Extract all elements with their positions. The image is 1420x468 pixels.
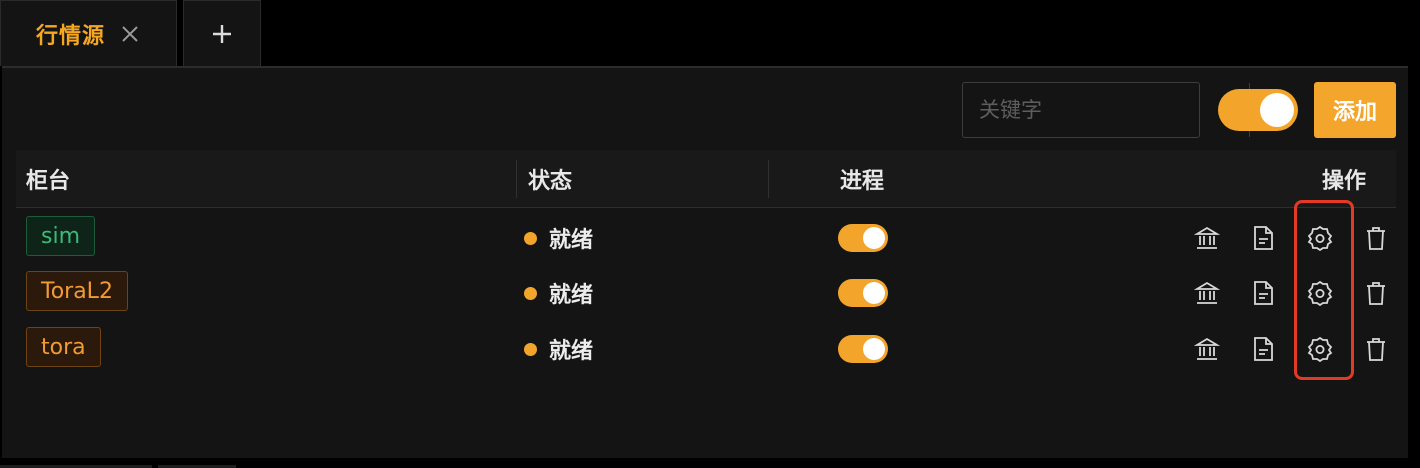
status-dot-icon bbox=[524, 342, 537, 356]
table-row: tora 就绪 bbox=[16, 323, 1396, 379]
bottom-strip bbox=[0, 460, 1420, 468]
toggle-knob bbox=[863, 227, 885, 249]
table-header: 柜台 状态 进程 操作 bbox=[16, 150, 1396, 208]
trash-icon[interactable] bbox=[1360, 277, 1392, 309]
column-header-counter: 柜台 bbox=[26, 169, 71, 194]
plus-icon bbox=[211, 23, 233, 45]
process-toggle[interactable] bbox=[838, 335, 888, 363]
settings-icon[interactable] bbox=[1304, 277, 1336, 309]
toggle-knob bbox=[1260, 93, 1294, 127]
status-cell: 就绪 bbox=[524, 323, 593, 375]
close-icon[interactable] bbox=[119, 23, 141, 45]
status-dot-icon bbox=[524, 231, 537, 245]
settings-icon[interactable] bbox=[1304, 333, 1336, 365]
search-input[interactable] bbox=[963, 83, 1249, 137]
bank-icon[interactable] bbox=[1191, 333, 1223, 365]
counter-tag: tora bbox=[26, 327, 101, 367]
trash-icon[interactable] bbox=[1360, 222, 1392, 254]
bank-icon[interactable] bbox=[1191, 222, 1223, 254]
process-toggle[interactable] bbox=[838, 279, 888, 307]
trash-icon[interactable] bbox=[1360, 333, 1392, 365]
status-dot-icon bbox=[524, 286, 537, 300]
column-header-actions: 操作 bbox=[1322, 169, 1367, 194]
column-header-process: 进程 bbox=[840, 169, 885, 194]
add-tab-button[interactable] bbox=[183, 0, 261, 66]
bank-icon[interactable] bbox=[1191, 277, 1223, 309]
counter-tag: ToraL2 bbox=[26, 271, 128, 311]
toggle-knob bbox=[863, 338, 885, 360]
file-icon[interactable] bbox=[1247, 277, 1279, 309]
tab-label: 行情源 bbox=[35, 23, 105, 49]
table-row: ToraL2 就绪 bbox=[16, 267, 1396, 323]
search-box bbox=[962, 82, 1275, 138]
status-text: 就绪 bbox=[549, 228, 594, 253]
counter-tag: sim bbox=[26, 216, 96, 256]
status-cell: 就绪 bbox=[524, 212, 593, 264]
market-source-panel: 添加 柜台 状态 进程 操作 sim 就绪 ToraL2 bbox=[2, 66, 1408, 458]
toggle-knob bbox=[863, 282, 885, 304]
tab-market-source[interactable]: 行情源 bbox=[0, 0, 177, 66]
status-cell: 就绪 bbox=[524, 267, 593, 319]
file-icon[interactable] bbox=[1247, 222, 1279, 254]
column-divider bbox=[516, 160, 517, 198]
column-divider bbox=[768, 160, 769, 198]
tab-bar: 行情源 bbox=[0, 0, 1420, 66]
column-header-status: 状态 bbox=[528, 169, 573, 194]
process-toggle[interactable] bbox=[838, 224, 888, 252]
file-icon[interactable] bbox=[1247, 333, 1279, 365]
table-row: sim 就绪 bbox=[16, 212, 1396, 268]
settings-icon[interactable] bbox=[1304, 222, 1336, 254]
status-text: 就绪 bbox=[549, 283, 594, 308]
add-button[interactable]: 添加 bbox=[1314, 82, 1396, 138]
global-toggle-switch[interactable] bbox=[1218, 89, 1298, 131]
status-text: 就绪 bbox=[549, 339, 594, 364]
